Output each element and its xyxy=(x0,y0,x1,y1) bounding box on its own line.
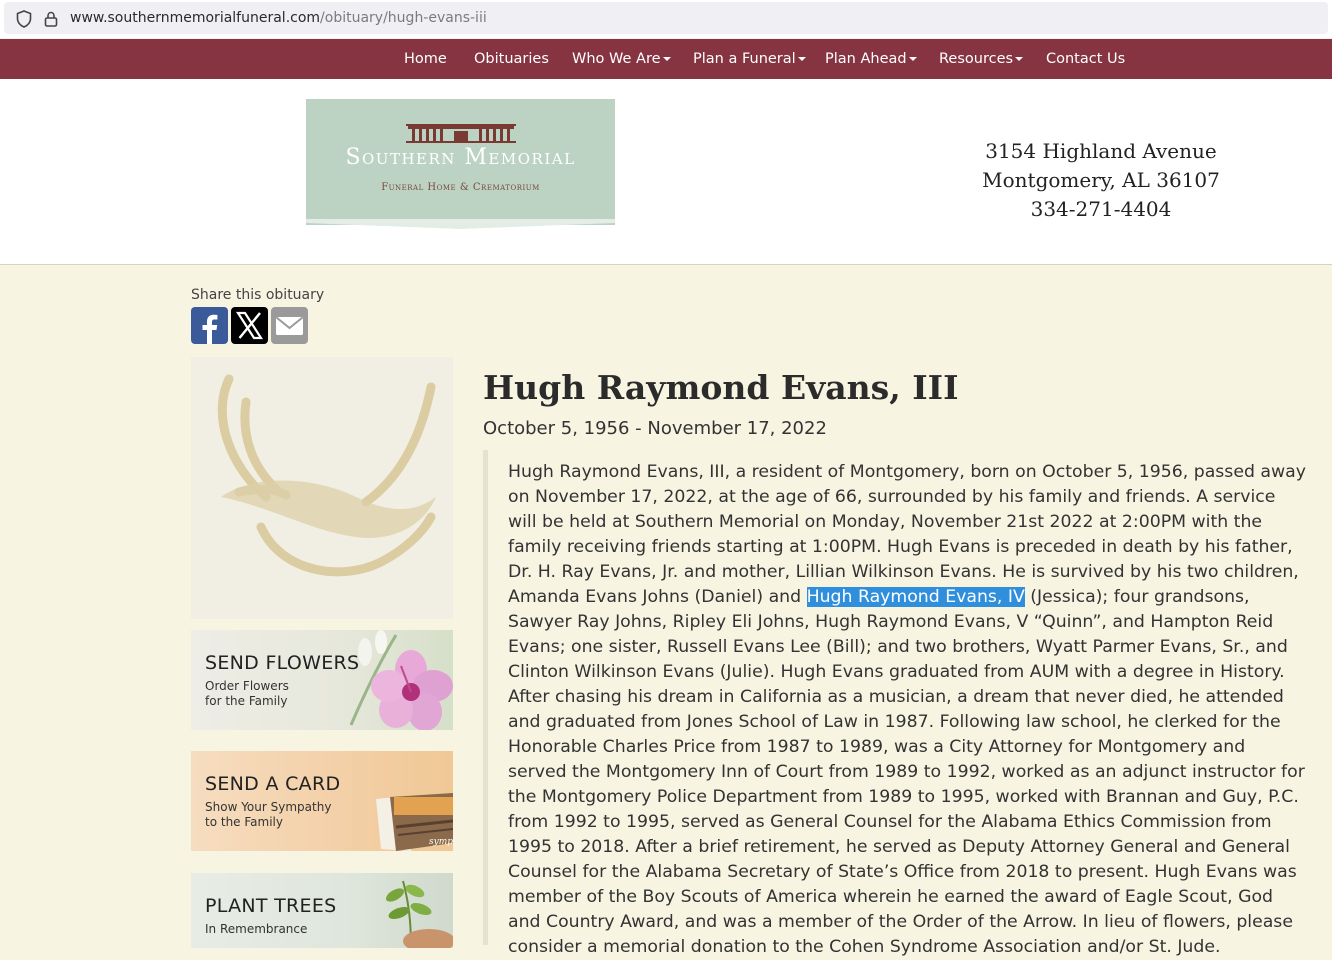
obituary-photo xyxy=(191,357,453,619)
facebook-icon xyxy=(202,314,218,344)
nav-contact-us[interactable]: Contact Us xyxy=(1046,51,1125,67)
send-card-title: SEND A CARD xyxy=(205,773,341,795)
email-icon xyxy=(275,316,304,335)
plant-trees-tile[interactable]: PLANT TREES In Remembrance xyxy=(191,873,453,948)
url-path: /obituary/hugh-evans-iii xyxy=(320,10,487,26)
dove-icon xyxy=(217,374,436,577)
share-email-button[interactable] xyxy=(271,307,308,344)
logo-ribbon-shadow xyxy=(306,219,615,229)
send-flowers-subtitle-line2: for the Family xyxy=(205,694,288,708)
obituary-dates: October 5, 1956 - November 17, 2022 xyxy=(483,418,827,439)
send-card-subtitle: Show Your Sympathy to the Family xyxy=(205,800,335,830)
obituary-text-part1: Hugh Raymond Evans, III, a resident of M… xyxy=(508,462,1306,607)
caret-down-icon xyxy=(662,57,671,61)
logo-subtitle: Funeral Home & Crematorium xyxy=(381,182,540,193)
building-icon xyxy=(406,124,516,143)
nav-obituaries-label: Obituaries xyxy=(474,51,549,67)
send-card-tile[interactable]: sympathy SEND A CARD Show Your Sympathy … xyxy=(191,751,453,851)
share-x-button[interactable] xyxy=(231,307,268,344)
send-card-subtitle-line2: to the Family xyxy=(205,815,283,829)
hibiscus-flower-icon xyxy=(349,630,453,730)
selected-text[interactable]: Hugh Raymond Evans, IV xyxy=(806,587,1025,607)
obituary-quote-rule xyxy=(483,450,488,945)
nav-resources-label: Resources xyxy=(939,51,1014,67)
share-label: Share this obituary xyxy=(191,287,325,303)
nav-plan-a-funeral-label: Plan a Funeral xyxy=(693,51,796,67)
seedling-icon xyxy=(385,880,453,948)
nav-plan-ahead-label: Plan Ahead xyxy=(825,51,907,67)
site-logo[interactable]: Southern Memorial Funeral Home & Cremato… xyxy=(306,99,615,225)
nav-obituaries[interactable]: Obituaries xyxy=(474,51,549,67)
caret-down-icon xyxy=(908,57,917,61)
nav-plan-ahead[interactable]: Plan Ahead xyxy=(825,51,917,67)
plant-trees-subtitle: In Remembrance xyxy=(205,922,335,937)
share-facebook-button[interactable] xyxy=(191,307,228,344)
send-flowers-title: SEND FLOWERS xyxy=(205,652,360,674)
url-host: www.southernmemorialfuneral.com xyxy=(70,10,321,26)
plant-trees-subtitle-line1: In Remembrance xyxy=(205,922,308,936)
send-flowers-subtitle: Order Flowers for the Family xyxy=(205,679,335,709)
send-flowers-tile[interactable]: SEND FLOWERS Order Flowers for the Famil… xyxy=(191,630,453,730)
address-city: Montgomery, AL 36107 xyxy=(982,168,1220,192)
send-card-subtitle-line1: Show Your Sympathy xyxy=(205,800,332,814)
main-navigation: Home Obituaries Who We Are Plan a Funera… xyxy=(0,39,1332,79)
shield-icon[interactable] xyxy=(16,10,32,28)
contact-address: 3154 Highland Avenue Montgomery, AL 3610… xyxy=(970,137,1232,224)
nav-plan-a-funeral[interactable]: Plan a Funeral xyxy=(693,51,806,67)
nav-who-we-are-label: Who We Are xyxy=(572,51,661,67)
nav-contact-us-label: Contact Us xyxy=(1046,51,1126,67)
nav-home-label: Home xyxy=(404,51,447,67)
nav-home[interactable]: Home xyxy=(404,51,447,67)
logo-name: Southern Memorial xyxy=(345,145,576,170)
caret-down-icon xyxy=(1015,57,1024,61)
address-street: 3154 Highland Avenue xyxy=(985,139,1217,163)
obituary-text: Hugh Raymond Evans, III, a resident of M… xyxy=(508,460,1308,960)
card-caption: sympathy xyxy=(429,837,453,847)
caret-down-icon xyxy=(797,57,806,61)
phone-number[interactable]: 334-271-4404 xyxy=(970,195,1232,224)
nav-who-we-are[interactable]: Who We Are xyxy=(572,51,671,67)
obituary-text-part2: (Jessica); four grandsons, Sawyer Ray Jo… xyxy=(508,587,1305,957)
x-icon xyxy=(235,311,264,340)
send-flowers-subtitle-line1: Order Flowers xyxy=(205,679,289,693)
url-field[interactable]: www.southernmemorialfuneral.com/obituary… xyxy=(4,2,1328,34)
plant-trees-title: PLANT TREES xyxy=(205,895,337,917)
browser-url-bar: www.southernmemorialfuneral.com/obituary… xyxy=(0,0,1332,38)
site-header: Southern Memorial Funeral Home & Cremato… xyxy=(0,79,1332,265)
nav-resources[interactable]: Resources xyxy=(939,51,1024,67)
lock-icon[interactable] xyxy=(44,11,58,27)
obituary-name: Hugh Raymond Evans, III xyxy=(483,368,959,407)
url-text[interactable]: www.southernmemorialfuneral.com/obituary… xyxy=(70,10,487,26)
